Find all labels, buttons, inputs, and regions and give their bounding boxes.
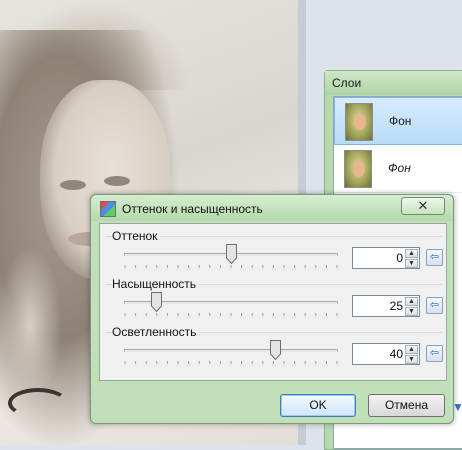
lightness-slider-track[interactable]	[124, 349, 338, 352]
hue-value: 0	[396, 251, 403, 265]
saturation-reset-button[interactable]: ⇦	[426, 297, 443, 314]
dialog-titlebar[interactable]: Оттенок и насыщенность ✕	[91, 195, 453, 221]
photo-bracelet	[8, 388, 68, 418]
close-icon: ✕	[417, 198, 429, 213]
lightness-value-field[interactable]: 40 ▲ ▼	[352, 343, 420, 365]
hue-label: Оттенок	[112, 229, 161, 243]
spin-down-icon[interactable]: ▼	[405, 355, 418, 364]
hue-slider-thumb[interactable]	[226, 244, 237, 264]
spin-up-icon[interactable]: ▲	[405, 297, 418, 306]
slider-group-hue: Оттенок 0 ▲ ▼ ⇦	[106, 229, 443, 273]
slider-group-lightness: Осветленность 40 ▲ ▼ ⇦	[106, 325, 443, 369]
palette-icon	[100, 201, 116, 217]
layer-item-background-selected[interactable]: Фон	[334, 97, 462, 145]
hue-saturation-dialog: Оттенок и насыщенность ✕ Оттенок 0 ▲ ▼ ⇦…	[90, 194, 454, 424]
photo-hand	[0, 250, 60, 400]
photo-eye-left	[60, 180, 86, 190]
close-button[interactable]: ✕	[401, 197, 445, 215]
lightness-label: Осветленность	[112, 325, 200, 339]
layer-thumbnail	[345, 103, 373, 141]
reset-arrow-icon: ⇦	[429, 347, 440, 359]
saturation-label: Насыщенность	[112, 277, 200, 291]
layer-thumbnail	[344, 150, 372, 188]
slider-group-saturation: Насыщенность 25 ▲ ▼ ⇦	[106, 277, 443, 321]
hue-reset-button[interactable]: ⇦	[426, 249, 443, 266]
spin-down-icon[interactable]: ▼	[405, 259, 418, 268]
lightness-slider-thumb[interactable]	[270, 340, 281, 360]
reset-arrow-icon: ⇦	[429, 251, 440, 263]
layer-name: Фон	[389, 114, 412, 128]
layers-panel-title: Слои	[325, 71, 462, 95]
ok-button[interactable]: OK	[280, 394, 356, 417]
layer-item-background[interactable]: Фон	[334, 145, 462, 193]
lightness-reset-button[interactable]: ⇦	[426, 345, 443, 362]
saturation-slider-thumb[interactable]	[151, 292, 162, 312]
spin-up-icon[interactable]: ▲	[405, 345, 418, 354]
layer-name: Фон	[388, 161, 411, 175]
dialog-body: Оттенок 0 ▲ ▼ ⇦ Насыщенность 25 ▲ ▼ ⇦ Ос…	[99, 223, 447, 381]
saturation-value: 25	[389, 299, 403, 313]
photo-eye-right	[104, 176, 130, 186]
reset-arrow-icon: ⇦	[429, 299, 440, 311]
lightness-value: 40	[389, 347, 403, 361]
lightness-slider-ticks	[124, 361, 338, 364]
saturation-value-field[interactable]: 25 ▲ ▼	[352, 295, 420, 317]
spin-up-icon[interactable]: ▲	[405, 249, 418, 258]
cancel-button[interactable]: Отмена	[368, 394, 445, 417]
hue-value-field[interactable]: 0 ▲ ▼	[352, 247, 420, 269]
saturation-slider-ticks	[124, 313, 338, 316]
dialog-title: Оттенок и насыщенность	[122, 202, 263, 216]
spin-down-icon[interactable]: ▼	[405, 307, 418, 316]
hue-slider-ticks	[124, 265, 338, 268]
